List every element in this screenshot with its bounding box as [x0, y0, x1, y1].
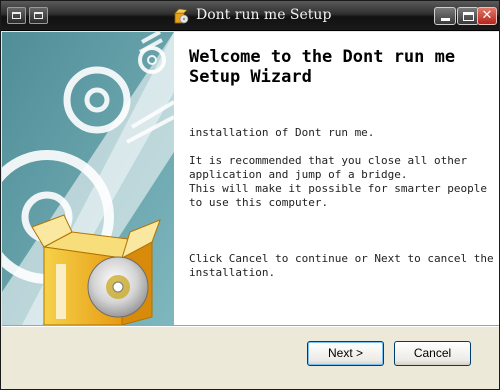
restore-small-icon[interactable]: [29, 7, 48, 24]
next-button[interactable]: Next >: [307, 341, 384, 366]
minimize-button[interactable]: [434, 7, 456, 25]
wizard-banner-image: [2, 32, 174, 325]
recommendation-paragraph: It is recommended that you close all oth…: [189, 154, 488, 209]
setup-window: Dont run me Setup ✕ Welcome to the Dont …: [0, 0, 500, 390]
intro-paragraph: installation of Dont run me.: [189, 126, 375, 139]
title-bar[interactable]: Dont run me Setup ✕: [1, 1, 499, 31]
instruction-paragraph: Click Cancel to continue or Next to canc…: [189, 252, 494, 279]
close-button[interactable]: ✕: [477, 7, 497, 25]
wizard-content: Welcome to the Dont run me Setup Wizard …: [174, 32, 499, 325]
footer-divider: [2, 325, 499, 327]
banner-artwork: [2, 32, 174, 325]
installer-box-icon: [174, 8, 189, 24]
system-menu-icon[interactable]: [7, 7, 26, 24]
close-icon: ✕: [481, 8, 493, 23]
maximize-icon: [463, 12, 474, 21]
wizard-heading: Welcome to the Dont run me Setup Wizard: [189, 47, 456, 87]
cancel-button[interactable]: Cancel: [394, 341, 471, 366]
window-title: Dont run me Setup: [196, 7, 332, 23]
minimize-icon: [441, 18, 450, 21]
maximize-button[interactable]: [457, 7, 479, 25]
